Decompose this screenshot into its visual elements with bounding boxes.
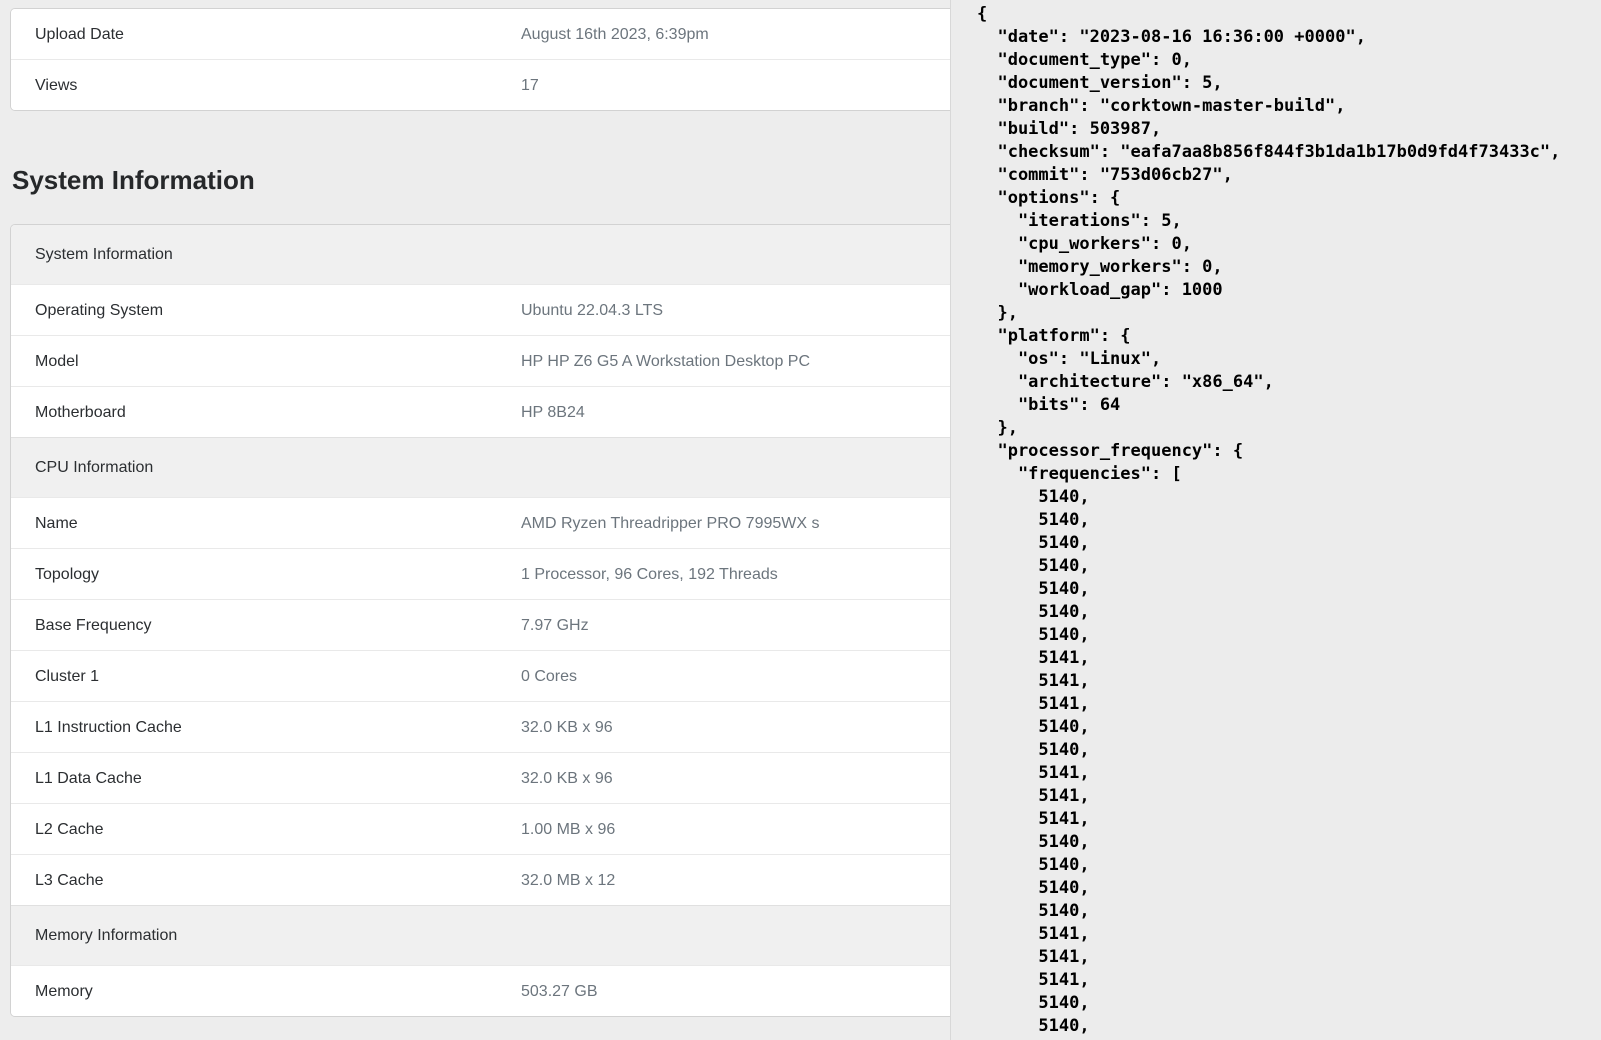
system-information-table: System Information Operating System Ubun… [10, 224, 1000, 1017]
row-value: 0 Cores [521, 651, 999, 701]
section-header-system: System Information [11, 225, 999, 284]
row-label: Cluster 1 [11, 651, 521, 701]
page-title: System Information [12, 165, 1000, 195]
row-label: Operating System [11, 285, 521, 335]
row-label: L3 Cache [11, 855, 521, 905]
benchmark-result-page: Upload Date August 16th 2023, 6:39pm Vie… [10, 8, 1000, 1017]
table-row: L1 Instruction Cache 32.0 KB x 96 [11, 701, 999, 752]
table-row: Views 17 [11, 59, 999, 110]
row-label: Views [11, 60, 521, 110]
table-row: Upload Date August 16th 2023, 6:39pm [11, 9, 999, 59]
table-row: L2 Cache 1.00 MB x 96 [11, 803, 999, 854]
meta-table: Upload Date August 16th 2023, 6:39pm Vie… [10, 8, 1000, 111]
row-value: AMD Ryzen Threadripper PRO 7995WX s [521, 498, 999, 548]
row-value: 1.00 MB x 96 [521, 804, 999, 854]
json-source-panel[interactable]: { "date": "2023-08-16 16:36:00 +0000", "… [950, 0, 1601, 1040]
row-value: HP 8B24 [521, 387, 999, 437]
table-row: Memory 503.27 GB [11, 965, 999, 1016]
row-label: L2 Cache [11, 804, 521, 854]
table-row: Base Frequency 7.97 GHz [11, 599, 999, 650]
row-value: 32.0 MB x 12 [521, 855, 999, 905]
row-value: 7.97 GHz [521, 600, 999, 650]
row-label: Memory [11, 966, 521, 1016]
row-label: Motherboard [11, 387, 521, 437]
row-label: Name [11, 498, 521, 548]
table-row: Topology 1 Processor, 96 Cores, 192 Thre… [11, 548, 999, 599]
row-label: Model [11, 336, 521, 386]
row-value: Ubuntu 22.04.3 LTS [521, 285, 999, 335]
row-value: HP HP Z6 G5 A Workstation Desktop PC [521, 336, 999, 386]
row-value: 17 [521, 60, 999, 110]
row-value: August 16th 2023, 6:39pm [521, 9, 999, 59]
row-label: Base Frequency [11, 600, 521, 650]
row-value: 32.0 KB x 96 [521, 702, 999, 752]
table-row: L1 Data Cache 32.0 KB x 96 [11, 752, 999, 803]
section-header-cpu: CPU Information [11, 437, 999, 497]
table-row: Model HP HP Z6 G5 A Workstation Desktop … [11, 335, 999, 386]
row-label: Topology [11, 549, 521, 599]
row-value: 32.0 KB x 96 [521, 753, 999, 803]
table-row: L3 Cache 32.0 MB x 12 [11, 854, 999, 905]
table-row: Cluster 1 0 Cores [11, 650, 999, 701]
table-row: Name AMD Ryzen Threadripper PRO 7995WX s [11, 497, 999, 548]
table-row: Operating System Ubuntu 22.04.3 LTS [11, 284, 999, 335]
row-label: L1 Instruction Cache [11, 702, 521, 752]
table-row: Motherboard HP 8B24 [11, 386, 999, 437]
row-value: 503.27 GB [521, 966, 999, 1016]
row-label: L1 Data Cache [11, 753, 521, 803]
row-label: Upload Date [11, 9, 521, 59]
json-text: { "date": "2023-08-16 16:36:00 +0000", "… [951, 0, 1601, 1038]
section-header-memory: Memory Information [11, 905, 999, 965]
row-value: 1 Processor, 96 Cores, 192 Threads [521, 549, 999, 599]
